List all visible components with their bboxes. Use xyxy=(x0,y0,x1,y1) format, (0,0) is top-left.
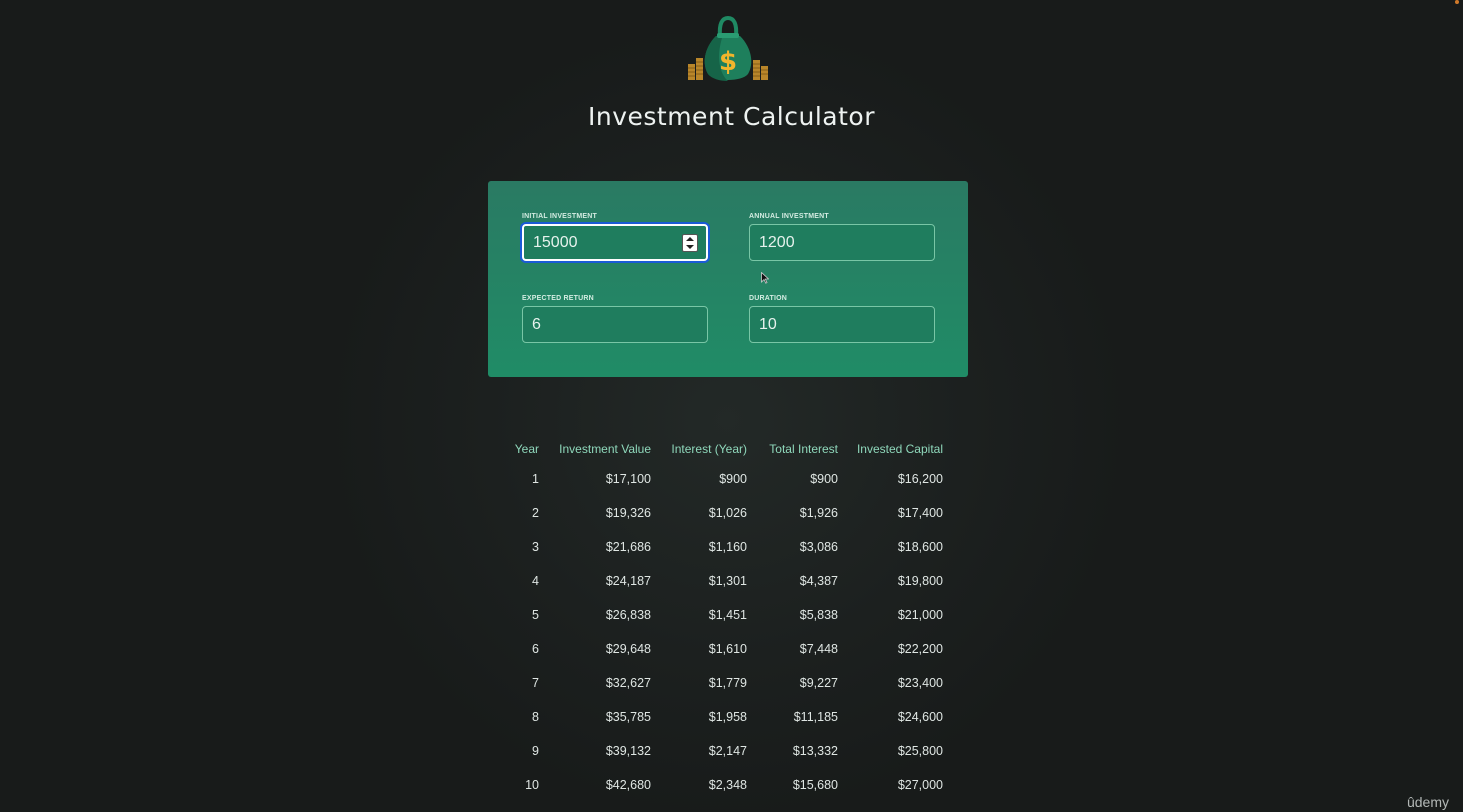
table-cell: 2 xyxy=(532,506,539,520)
column-header-invested-capital: Invested Capital xyxy=(856,442,943,456)
table-row: 1 $17,100 $900 $900 $16,200 xyxy=(508,462,943,496)
table-cell: $2,348 xyxy=(708,778,747,792)
table-row: 5 $26,838 $1,451 $5,838 $21,000 xyxy=(508,598,943,632)
table-cell: 3 xyxy=(532,540,539,554)
table-cell: $1,779 xyxy=(708,676,747,690)
table-cell: $11,185 xyxy=(793,710,838,724)
expected-return-label: Expected Return xyxy=(522,295,594,302)
column-header-year: Year xyxy=(514,442,539,456)
table-cell: 5 xyxy=(532,608,539,622)
page-title: Investment Calculator xyxy=(587,102,875,131)
table-cell: 4 xyxy=(532,574,539,588)
table-cell: $13,332 xyxy=(792,744,838,758)
table-row: 9 $39,132 $2,147 $13,332 $25,800 xyxy=(508,734,943,768)
table-cell: $1,160 xyxy=(708,540,747,554)
table-cell: 7 xyxy=(532,676,539,690)
duration-label: Duration xyxy=(749,295,788,302)
table-cell: $15,680 xyxy=(792,778,838,792)
table-cell: $23,400 xyxy=(897,676,943,690)
table-row: 7 $32,627 $1,779 $9,227 $23,400 xyxy=(508,666,943,700)
initial-investment-group: Initial Investment xyxy=(522,213,708,261)
table-cell: $26,838 xyxy=(605,608,651,622)
table-cell: $9,227 xyxy=(799,676,838,690)
column-header-interest-year: Interest (Year) xyxy=(671,442,747,456)
table-row: 8 $35,785 $1,958 $11,185 $24,600 xyxy=(508,700,943,734)
duration-group: Duration xyxy=(749,295,935,343)
table-cell: $1,451 xyxy=(708,608,747,622)
table-cell: $39,132 xyxy=(605,744,651,758)
column-header-investment-value: Investment Value xyxy=(559,442,651,456)
expected-return-input[interactable] xyxy=(523,307,707,342)
table-cell: $1,301 xyxy=(708,574,747,588)
table-cell: $24,600 xyxy=(897,710,943,724)
table-cell: 9 xyxy=(532,744,539,758)
table-row: 6 $29,648 $1,610 $7,448 $22,200 xyxy=(508,632,943,666)
table-cell: $1,026 xyxy=(708,506,747,520)
table-cell: $32,627 xyxy=(605,676,651,690)
duration-box xyxy=(749,306,935,343)
table-cell: $1,610 xyxy=(708,642,747,656)
table-cell: $17,400 xyxy=(897,506,943,520)
table-cell: $900 xyxy=(810,472,838,486)
table-cell: $21,686 xyxy=(605,540,651,554)
table-cell: $3,086 xyxy=(799,540,838,554)
expected-return-box xyxy=(522,306,708,343)
column-header-total-interest: Total Interest xyxy=(769,442,838,456)
results-header-row: Year Investment Value Interest (Year) To… xyxy=(508,436,943,462)
table-cell: $27,000 xyxy=(897,778,943,792)
initial-investment-input[interactable] xyxy=(524,226,706,259)
results-body: 1 $17,100 $900 $900 $16,200 2 $19,326 $1,026 $1,… xyxy=(508,462,943,802)
table-row: 3 $21,686 $1,160 $3,086 $18,600 xyxy=(508,530,943,564)
annual-investment-label: Annual Investment xyxy=(749,213,829,220)
results-table: Year Investment Value Interest (Year) To… xyxy=(508,436,943,802)
annual-investment-group: Annual Investment xyxy=(749,213,935,261)
table-cell: $29,648 xyxy=(605,642,651,656)
table-cell: $19,800 xyxy=(897,574,943,588)
table-cell: 10 xyxy=(525,778,539,792)
user-input-panel: Initial Investment Annual Investment Exp… xyxy=(488,181,968,377)
table-cell: $2,147 xyxy=(708,744,747,758)
table-cell: $1,926 xyxy=(799,506,838,520)
svg-text:$: $ xyxy=(719,47,737,77)
udemy-watermark: ûdemy xyxy=(1406,794,1449,810)
table-row: 2 $19,326 $1,026 $1,926 $17,400 xyxy=(508,496,943,530)
table-row: 4 $24,187 $1,301 $4,387 $19,800 xyxy=(508,564,943,598)
table-cell: $25,800 xyxy=(897,744,943,758)
table-cell: $7,448 xyxy=(799,642,838,656)
duration-input[interactable] xyxy=(750,307,934,342)
stepper-up-icon[interactable] xyxy=(686,237,694,241)
table-cell: $18,600 xyxy=(897,540,943,554)
number-stepper[interactable] xyxy=(682,234,698,252)
stepper-down-icon[interactable] xyxy=(686,245,694,249)
table-cell: $17,100 xyxy=(605,472,651,486)
initial-investment-box xyxy=(522,224,708,261)
table-cell: $22,200 xyxy=(897,642,943,656)
table-cell: $4,387 xyxy=(799,574,838,588)
expected-return-group: Expected Return xyxy=(522,295,708,343)
mouse-cursor-icon xyxy=(761,269,770,284)
table-cell: $900 xyxy=(719,472,747,486)
window-indicator-dot xyxy=(1455,0,1459,4)
table-cell: $19,326 xyxy=(605,506,651,520)
table-cell: $42,680 xyxy=(605,778,651,792)
table-cell: $24,187 xyxy=(605,574,651,588)
table-cell: $5,838 xyxy=(799,608,838,622)
table-cell: 1 xyxy=(532,472,539,486)
initial-investment-label: Initial Investment xyxy=(522,213,598,220)
annual-investment-box xyxy=(749,224,935,261)
table-cell: $35,785 xyxy=(605,710,651,724)
table-cell: $1,958 xyxy=(708,710,747,724)
table-cell: 8 xyxy=(532,710,539,724)
table-cell: 6 xyxy=(532,642,539,656)
table-cell: $21,000 xyxy=(897,608,943,622)
annual-investment-input[interactable] xyxy=(750,225,934,260)
table-cell: $16,200 xyxy=(897,472,943,486)
money-bag-icon: $ xyxy=(686,14,770,84)
table-row: 10 $42,680 $2,348 $15,680 $27,000 xyxy=(508,768,943,802)
